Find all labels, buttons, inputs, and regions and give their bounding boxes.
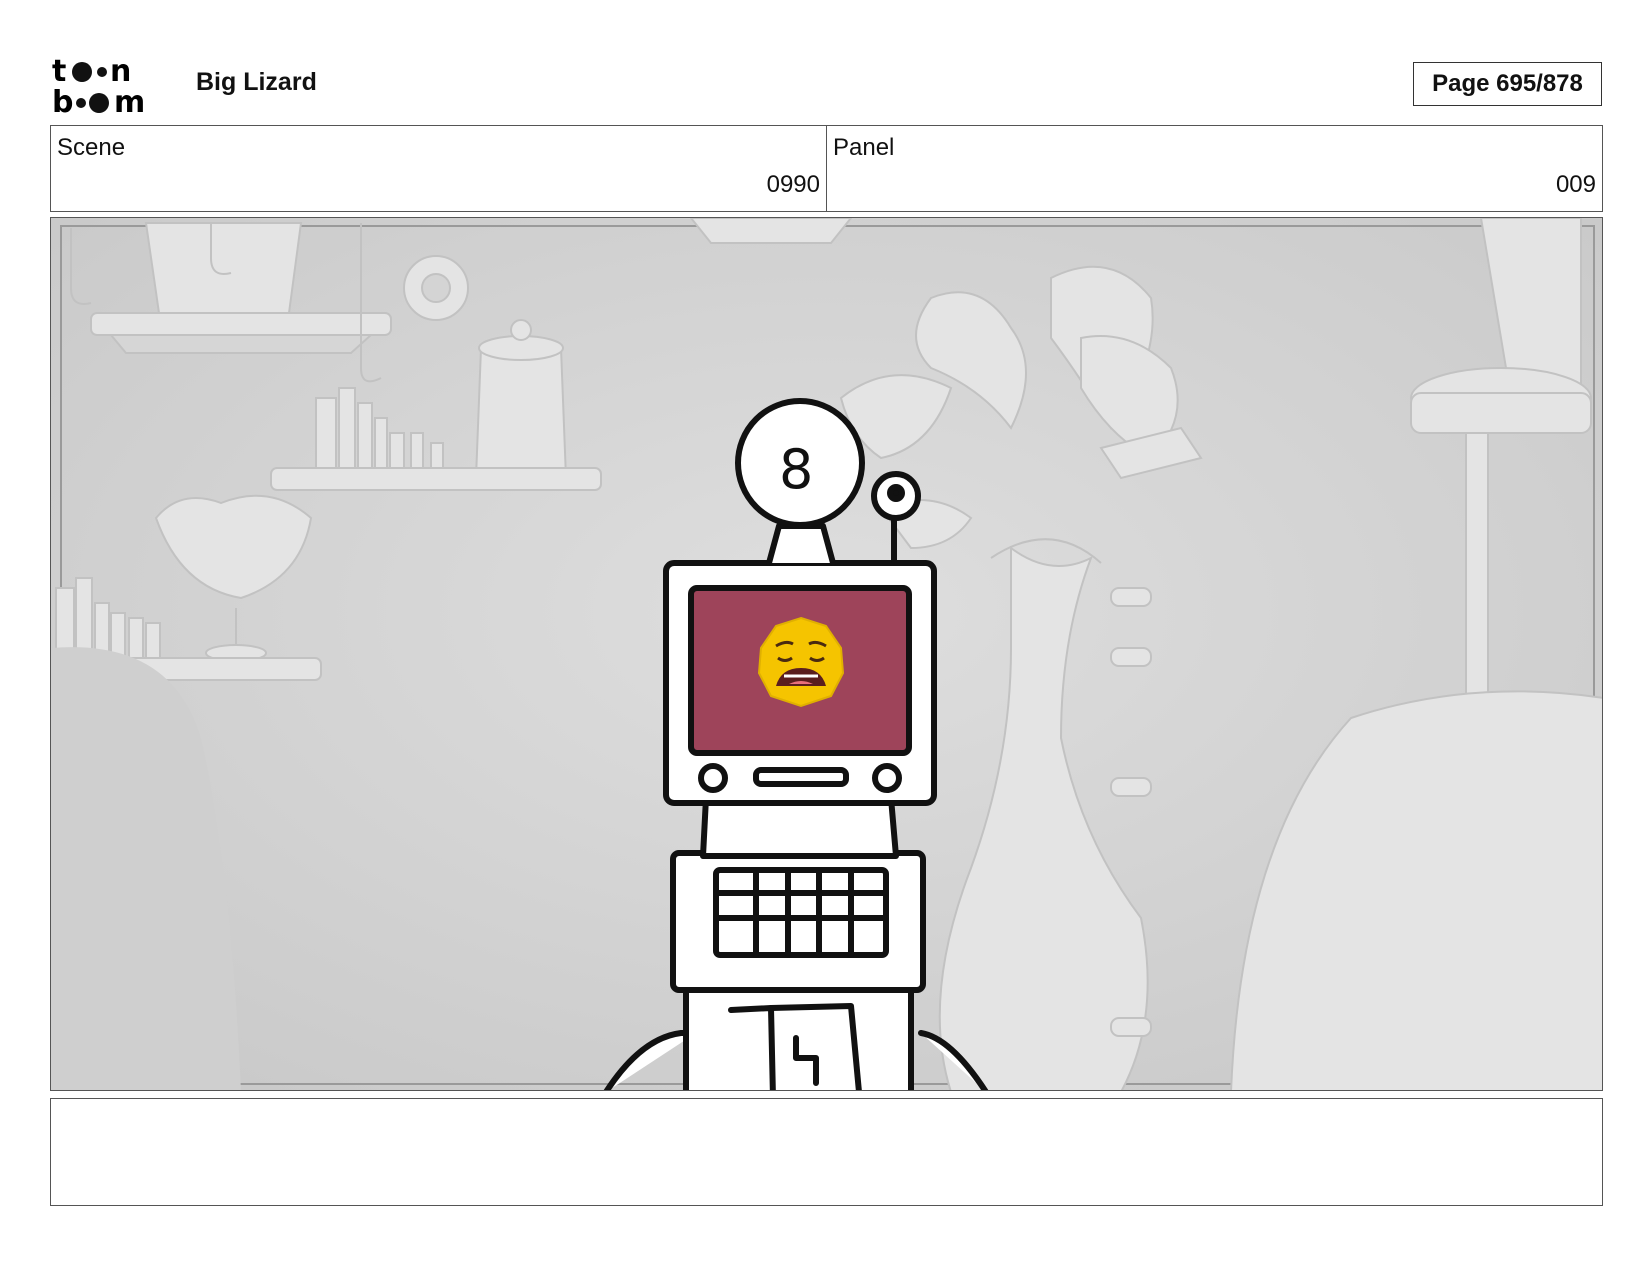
panel-label: Panel bbox=[833, 134, 895, 161]
scene-cell: Scene 0990 bbox=[51, 126, 826, 211]
svg-text:b: b bbox=[52, 85, 73, 116]
svg-text:m: m bbox=[114, 85, 145, 116]
scene-panel-info: Scene 0990 Panel 009 bbox=[50, 125, 1603, 212]
project-title: Big Lizard bbox=[196, 68, 317, 96]
panel-artwork: 8 bbox=[51, 218, 1602, 1090]
panel-notes-box bbox=[50, 1098, 1603, 1206]
svg-text:t: t bbox=[52, 54, 66, 89]
storyboard-panel-image: 8 bbox=[50, 217, 1603, 1091]
toon-boom-logo-mark: t n b m bbox=[52, 54, 145, 120]
scene-number: 0990 bbox=[766, 171, 820, 198]
svg-text:8: 8 bbox=[779, 438, 813, 501]
page-indicator: Page 695/878 bbox=[1413, 62, 1602, 106]
panel-number: 009 bbox=[1555, 171, 1596, 198]
svg-text:n: n bbox=[110, 54, 131, 89]
scene-label: Scene bbox=[57, 134, 126, 161]
worried-face-icon bbox=[757, 616, 845, 708]
panel-cell: Panel 009 bbox=[826, 126, 1602, 211]
toon-boom-logo: t n b m bbox=[52, 54, 170, 120]
